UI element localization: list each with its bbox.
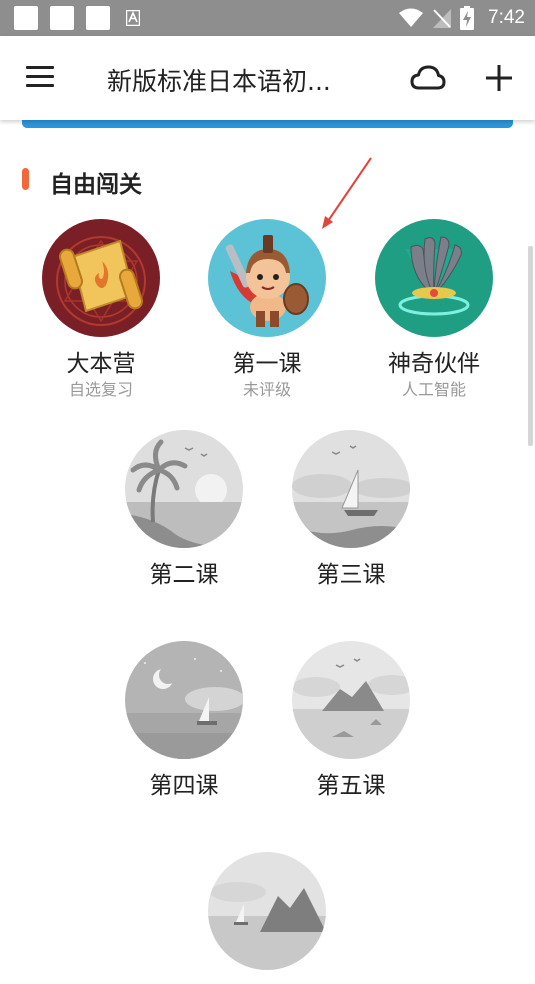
lesson-name: 第四课 xyxy=(149,773,219,799)
lesson-name: 第三课 xyxy=(316,562,386,588)
battery-charging-icon xyxy=(460,6,475,30)
notification-square-icon xyxy=(50,6,74,30)
lesson-subtitle: 自选复习 xyxy=(68,380,133,399)
lesson-name: 大本营 xyxy=(66,351,136,377)
warrior-icon xyxy=(208,219,326,337)
menu-icon[interactable] xyxy=(26,66,56,90)
feather-headdress-icon xyxy=(375,219,493,337)
lesson-name: 第一课 xyxy=(232,351,302,377)
notification-square-icon xyxy=(86,6,110,30)
mountain-boat-icon xyxy=(208,852,326,970)
plus-icon[interactable] xyxy=(483,62,515,94)
lesson-name: 神奇伙伴 xyxy=(388,351,480,377)
section-title: 自由闯关 xyxy=(50,172,142,198)
cloud-icon[interactable] xyxy=(410,64,446,92)
scroll-icon xyxy=(42,219,160,337)
lesson-subtitle: 人工智能 xyxy=(401,380,466,399)
lesson-item-companion[interactable]: 神奇伙伴 人工智能 xyxy=(354,219,514,399)
moon-night-icon xyxy=(125,641,243,759)
lesson-item-lesson-1[interactable]: 第一课 未评级 xyxy=(187,219,347,399)
lesson-item-lesson-6[interactable] xyxy=(187,852,347,984)
lesson-name: 第二课 xyxy=(149,562,219,588)
lesson-name: 第五课 xyxy=(316,773,386,799)
page-title: 新版标准日本语初... xyxy=(107,67,331,96)
scrollbar[interactable] xyxy=(528,246,533,446)
island-icon xyxy=(292,641,410,759)
lesson-subtitle: 未评级 xyxy=(242,380,291,399)
lesson-item-lesson-5[interactable]: 第五课 xyxy=(271,641,431,799)
clock: 7:42 xyxy=(488,7,525,28)
no-signal-icon xyxy=(433,9,452,28)
lesson-item-base-camp[interactable]: 大本营 自选复习 xyxy=(21,219,181,399)
section-accent-bar xyxy=(22,168,29,190)
annotation-arrow xyxy=(322,157,372,229)
app-bar: 新版标准日本语初... xyxy=(0,36,535,120)
lesson-item-lesson-3[interactable]: 第三课 xyxy=(271,430,431,588)
notification-square-icon xyxy=(14,6,38,30)
wifi-icon xyxy=(399,8,424,27)
lesson-item-lesson-4[interactable]: 第四课 xyxy=(104,641,264,799)
sailboat-icon xyxy=(292,430,410,548)
palm-beach-icon xyxy=(125,430,243,548)
lesson-item-lesson-2[interactable]: 第二课 xyxy=(104,430,264,588)
text-a-icon xyxy=(126,10,140,26)
status-bar: 7:42 xyxy=(0,0,535,36)
